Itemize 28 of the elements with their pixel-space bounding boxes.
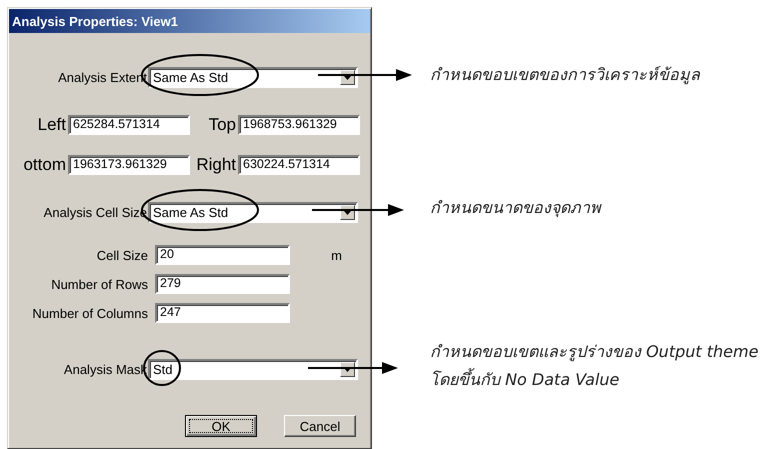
field-label: Number of Columns (31, 306, 148, 320)
field-label: Left (36, 115, 66, 135)
input-field[interactable]: 20 (155, 245, 290, 265)
field-label: ottom (22, 155, 66, 175)
annotation-text: กำหนดขนาดของจุดภาพ (430, 197, 602, 220)
window-title: Analysis Properties: View1 (12, 14, 178, 28)
cancel-button[interactable]: Cancel (284, 415, 356, 437)
combo-value: Std (152, 362, 174, 377)
annotation-text: กำหนดขอบเขตและรูปร่างของ Output theme (430, 341, 758, 364)
input-field[interactable]: 625284.571314 (68, 115, 190, 135)
field-label: Right (195, 155, 236, 175)
input-field[interactable]: 630224.571314 (238, 155, 360, 175)
input-field[interactable]: 247 (155, 303, 290, 323)
input-field[interactable]: 279 (155, 274, 290, 294)
annotation-text: กำหนดขอบเขตของการวิเคราะห์ข้อมูล (430, 64, 701, 86)
dropdown[interactable]: Same As Std (148, 202, 358, 223)
input-field[interactable]: 1963173.961329 (68, 155, 190, 175)
field-label: Cell Size (96, 248, 148, 262)
combo-value: Same As Std (152, 70, 230, 85)
input-field[interactable]: 1968753.961329 (238, 115, 360, 135)
annotation-text: โดยขึ้นกับ No Data Value (430, 367, 620, 391)
unit-label: m (330, 248, 342, 262)
field-label: Top (208, 115, 236, 135)
dropdown[interactable]: Std (148, 359, 358, 380)
field-label: Number of Rows (50, 276, 148, 292)
combo-value: Same As Std (152, 205, 230, 220)
dropdown[interactable]: Same As Std (148, 67, 358, 88)
ok-button[interactable]: OK (185, 415, 257, 437)
